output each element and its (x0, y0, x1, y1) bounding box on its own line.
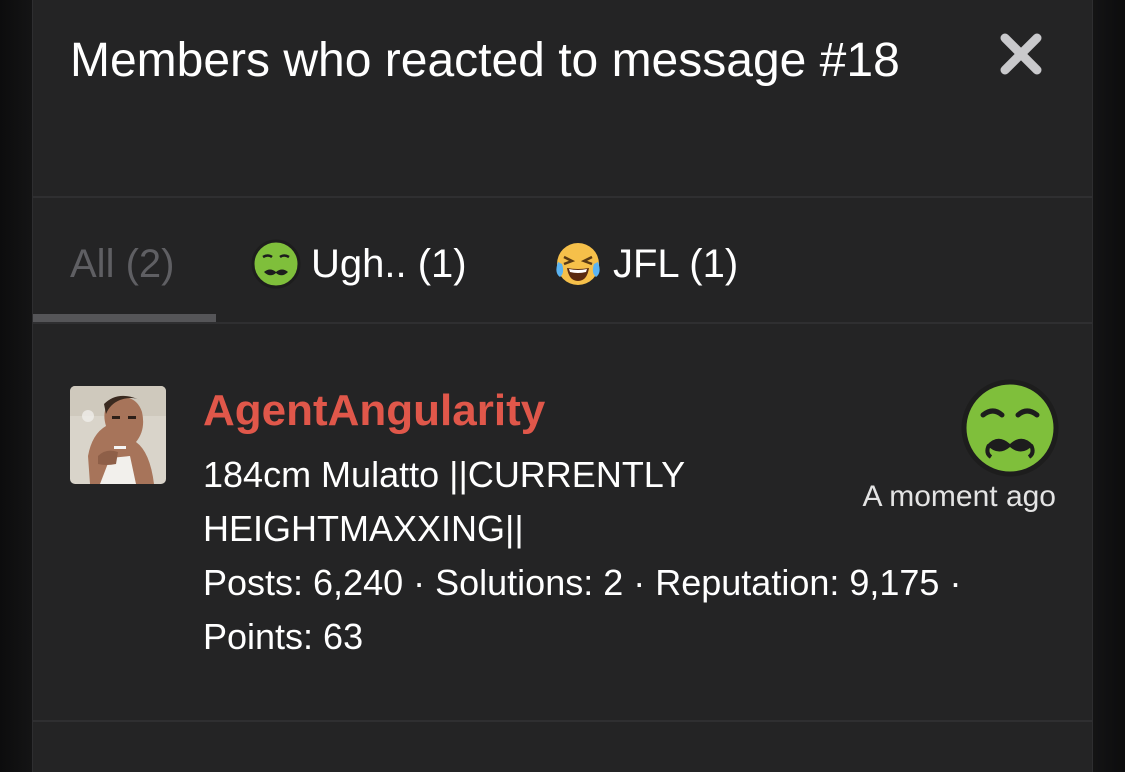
tab-ugh-label: Ugh.. (1) (311, 241, 467, 286)
dialog-title: Members who reacted to message #18 (70, 34, 900, 87)
member-user-title: 184cm Mulatto ||CURRENTLY HEIGHTMAXXING|… (203, 454, 685, 549)
avatar-image (70, 386, 166, 484)
tab-ugh[interactable]: Ugh.. (1) (251, 236, 467, 292)
tab-all[interactable]: All (2) (70, 236, 174, 292)
close-icon (1000, 33, 1042, 75)
reaction-time: A moment ago (862, 480, 1056, 513)
crying-laughing-face-icon (556, 243, 600, 285)
member-username[interactable]: AgentAngularity (203, 386, 545, 436)
reactions-dialog: Members who reacted to message #18 All (… (32, 0, 1093, 772)
member-stats: Posts: 6,240 · Solutions: 2 · Reputation… (203, 562, 962, 657)
dialog-header: Members who reacted to message #18 (33, 0, 1092, 198)
nauseated-face-icon (251, 239, 301, 289)
reaction-tabs: All (2) Ugh.. (1) JFL (1) (33, 198, 1092, 324)
avatar[interactable] (70, 386, 166, 484)
tab-jfl[interactable]: JFL (1) (553, 236, 738, 292)
active-tab-indicator (33, 314, 216, 322)
tab-jfl-label: JFL (1) (613, 241, 739, 286)
member-row: AgentAngularity 184cm Mulatto ||CURRENTL… (33, 324, 1092, 722)
close-button[interactable] (999, 32, 1043, 76)
nauseated-face-icon (961, 379, 1059, 477)
tab-all-label: All (2) (70, 241, 175, 286)
